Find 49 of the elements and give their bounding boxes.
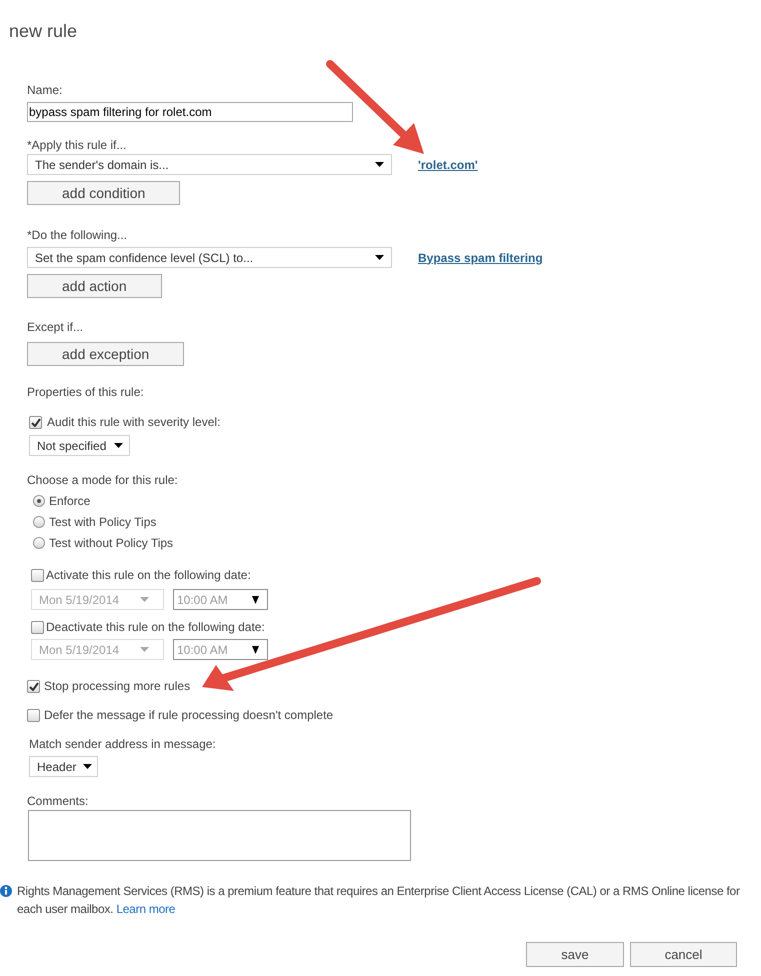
field-label: Except if...	[27, 319, 84, 335]
field-label: Name:	[27, 82, 62, 98]
radio-button[interactable]	[33, 536, 45, 548]
checkbox-label: Stop processing more rules	[44, 678, 190, 694]
comments-field[interactable]	[28, 810, 411, 861]
field-label: *Do the following...	[27, 227, 128, 243]
caret-icon	[140, 647, 149, 652]
field-label: Choose a mode for this rule:	[27, 472, 178, 488]
name-field[interactable]: bypass spam filtering for rolet.com	[27, 102, 353, 122]
value-link[interactable]: Bypass spam filtering	[418, 248, 543, 266]
cancel-button[interactable]: cancel	[630, 942, 737, 967]
add-condition-button[interactable]: add condition	[27, 181, 180, 205]
checkbox[interactable]	[31, 620, 44, 634]
value-link[interactable]: 'rolet.com'	[418, 156, 478, 174]
caret-icon	[83, 764, 92, 769]
radio-button[interactable]	[33, 494, 45, 506]
learn-more-link[interactable]: Learn more	[116, 902, 176, 916]
radio-label: Test without Policy Tips	[49, 534, 174, 550]
checkbox[interactable]	[27, 680, 40, 692]
radio-label: Enforce	[49, 492, 90, 508]
page-title: new rule	[9, 20, 78, 43]
save-button[interactable]: save	[526, 942, 624, 967]
caret-icon	[114, 443, 123, 448]
checkbox-label: Defer the message if rule processing doesn't complete	[44, 707, 334, 723]
radio-label: Test with Policy Tips	[49, 514, 156, 530]
radio-button[interactable]	[33, 516, 45, 528]
field-label: Comments:	[27, 793, 88, 809]
info-icon	[0, 885, 12, 897]
field-label: Properties of this rule:	[27, 384, 144, 400]
severity-dropdown[interactable]: Not specified	[29, 435, 130, 456]
caret-icon	[252, 596, 259, 604]
caret-icon	[375, 162, 384, 167]
caret-icon	[375, 255, 384, 260]
notice-text: Rights Management Services (RMS) is a premium feature that requires an Enterprise Client Access License (CAL) or a RMS Online license for each user mailbox. Learn more	[17, 883, 741, 918]
field-label: *Apply this rule if...	[27, 137, 126, 153]
checkbox[interactable]	[29, 416, 42, 428]
sender-match-dropdown[interactable]: Header	[29, 756, 98, 777]
caret-icon	[140, 597, 149, 602]
caret-icon	[252, 646, 259, 654]
checkbox-label: Deactivate this rule on the following date:	[46, 619, 265, 635]
checkbox[interactable]	[27, 708, 40, 722]
action-dropdown[interactable]: Set the spam confidence level (SCL) to...	[27, 247, 392, 268]
add-action-button[interactable]: add action	[27, 274, 162, 298]
checkbox-label: Activate this rule on the following date:	[46, 567, 251, 583]
field-label: Match sender address in message:	[29, 736, 216, 752]
checkbox[interactable]	[31, 568, 44, 582]
checkbox-label: Audit this rule with severity level:	[47, 414, 220, 430]
condition-dropdown[interactable]: The sender's domain is...	[27, 154, 392, 175]
add-exception-button[interactable]: add exception	[27, 342, 184, 366]
